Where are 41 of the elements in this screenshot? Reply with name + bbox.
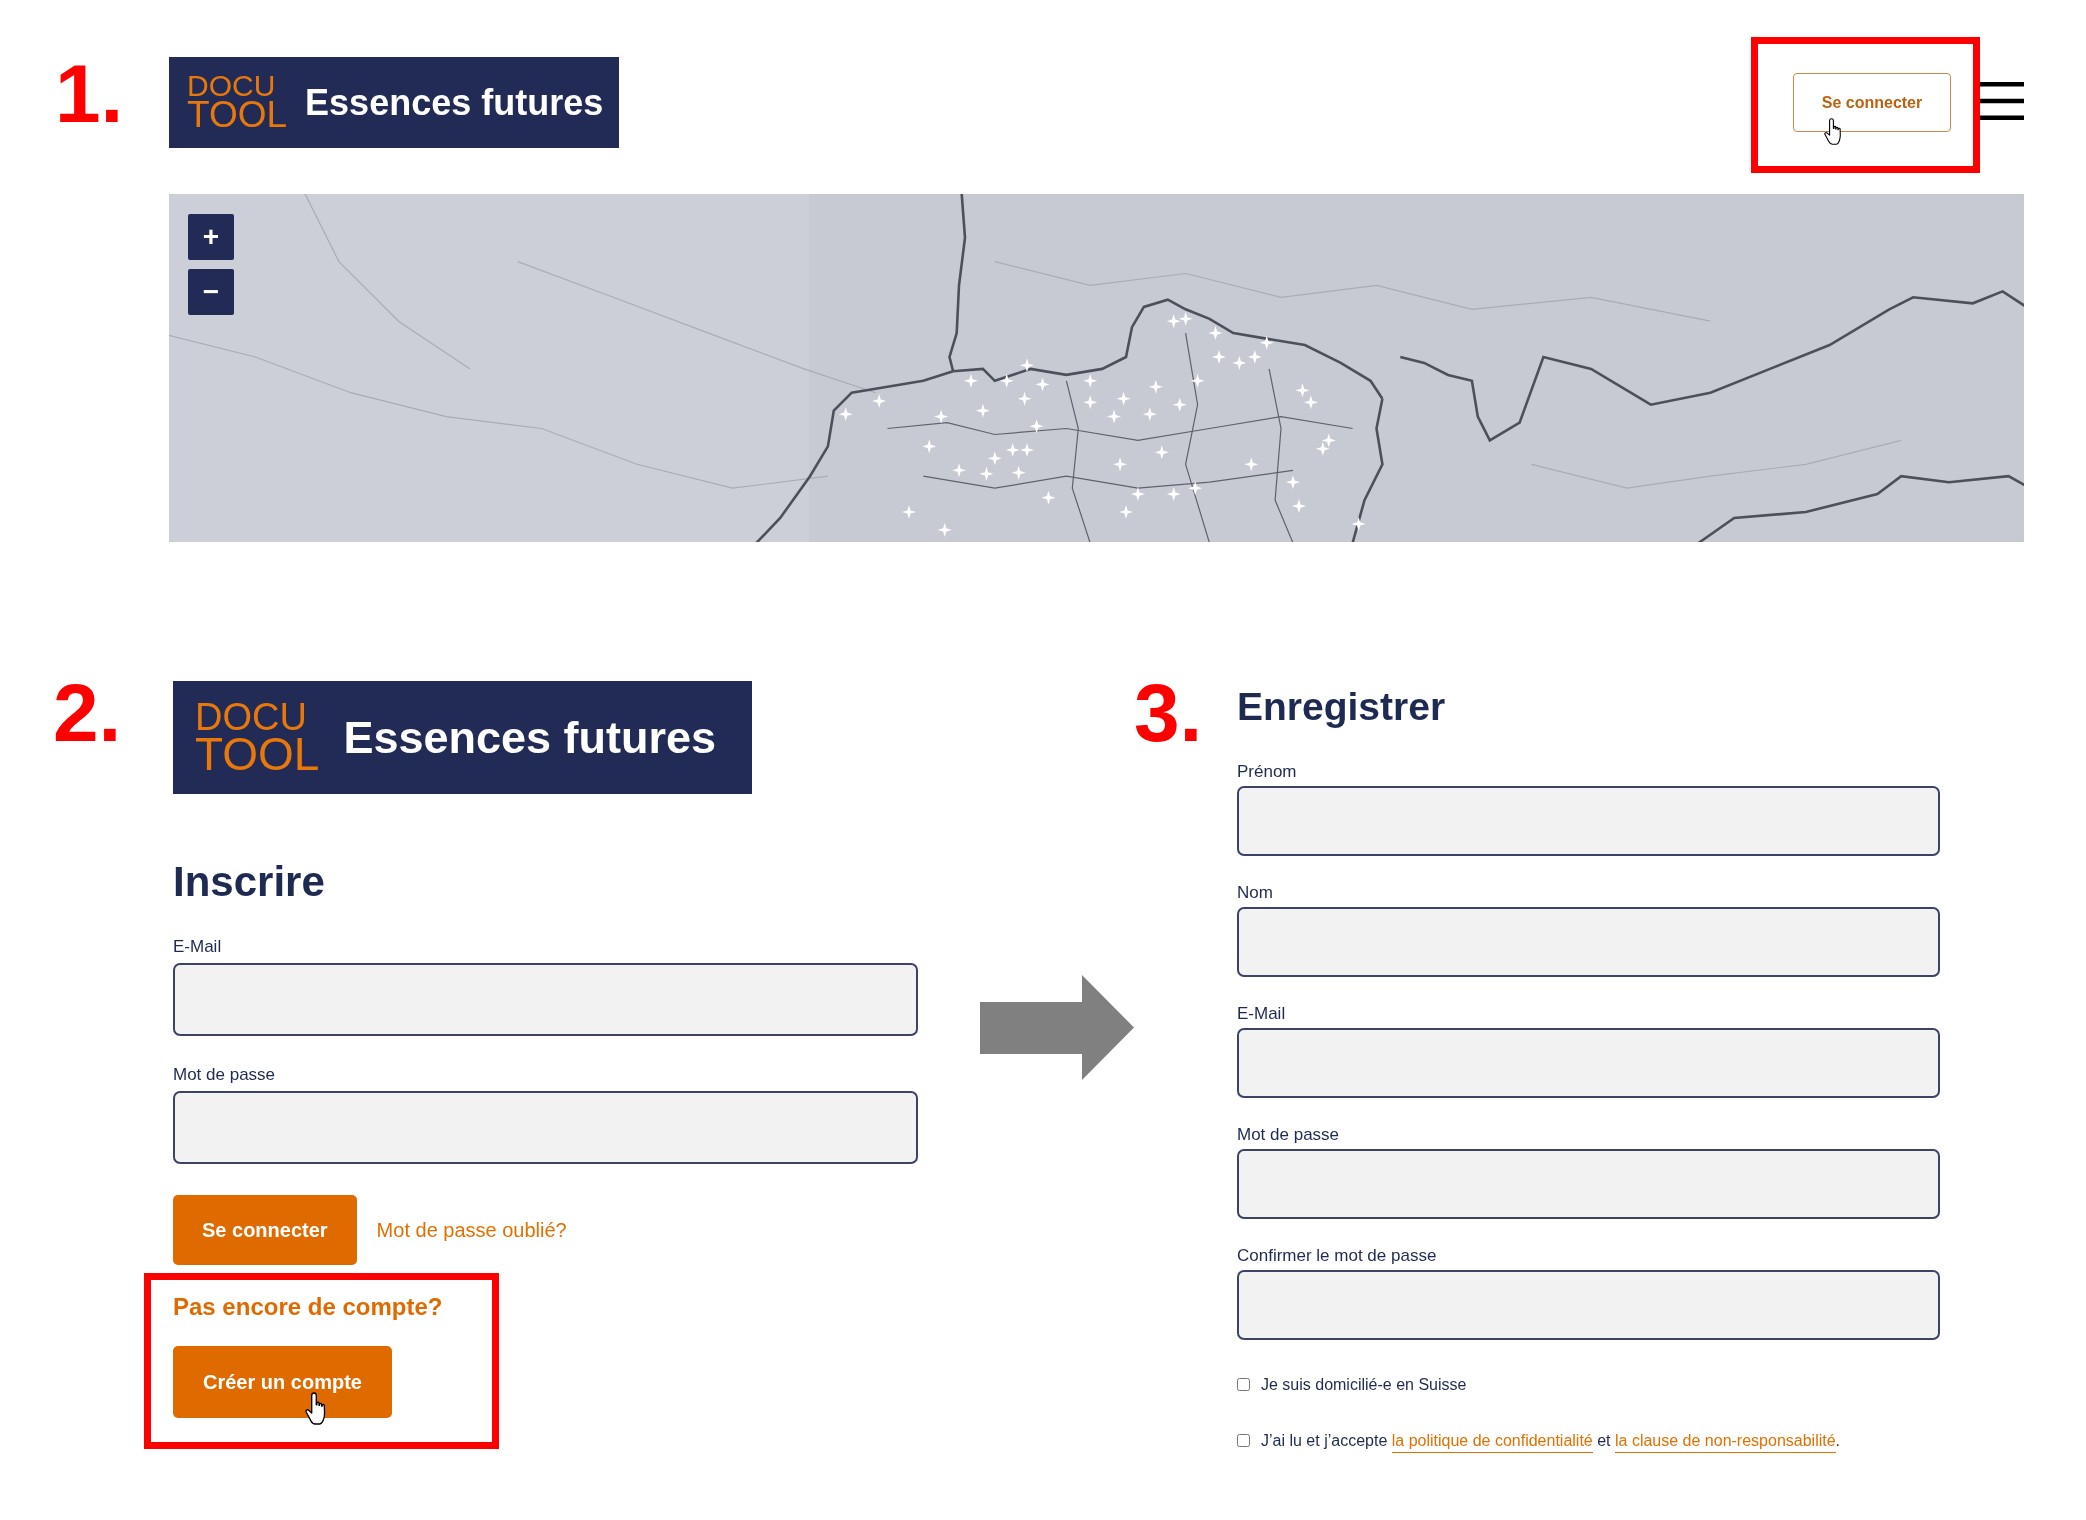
inline-link[interactable]: la clause de non-responsabilité	[1615, 1431, 1836, 1453]
zoom-in-button[interactable]: +	[188, 214, 234, 260]
forgot-password-link[interactable]: Mot de passe oublié?	[376, 1218, 567, 1242]
logo-word: TOOL	[195, 734, 320, 775]
logo-word: DOCU	[195, 700, 308, 734]
field-label: E-Mail	[1237, 1003, 1287, 1024]
input-field[interactable]	[1237, 1269, 1940, 1340]
field-label: Prénom	[1237, 761, 1298, 782]
input-field[interactable]	[1237, 1027, 1940, 1098]
login-button[interactable]: Se connecter	[1793, 73, 1951, 132]
field-label: Mot de passe	[173, 1065, 277, 1086]
step-number: 2.	[53, 672, 123, 754]
step-number: 3.	[1134, 672, 1204, 754]
field-label: Confirmer le mot de passe	[1237, 1245, 1438, 1266]
create-account-button[interactable]: Créer un compte	[173, 1346, 392, 1419]
checkbox[interactable]	[1237, 1434, 1250, 1448]
site-title: Essences futures	[343, 711, 717, 764]
checkbox-label: J’ai lu et j’accepte la politique de confidentialité et la clause de non-responsabilité.	[1261, 1431, 1841, 1450]
input-field[interactable]	[1237, 785, 1940, 856]
input-field[interactable]	[1237, 906, 1940, 977]
input-field[interactable]	[173, 963, 918, 1037]
field-label: Mot de passe	[1237, 1124, 1341, 1145]
field-label: Nom	[1237, 882, 1274, 903]
login-button[interactable]: Se connecter	[173, 1195, 357, 1266]
site-title: Essences futures	[305, 81, 604, 124]
inline-link[interactable]: la politique de confidentialité	[1391, 1431, 1593, 1453]
register-prompt: Pas encore de compte?	[173, 1293, 444, 1323]
checkbox-label: Je suis domicilié-e en Suisse	[1261, 1375, 1467, 1394]
logo-word: TOOL	[187, 99, 288, 132]
checkbox[interactable]	[1237, 1378, 1250, 1392]
input-field[interactable]	[1237, 1148, 1940, 1219]
step-number: 1.	[55, 53, 125, 135]
input-field[interactable]	[173, 1091, 918, 1165]
page-heading: Enregistrer	[1237, 684, 1447, 730]
arrow-icon	[980, 975, 1134, 1080]
zoom-out-button[interactable]: −	[188, 269, 234, 315]
field-label: E-Mail	[173, 937, 223, 958]
page-heading: Inscrire	[173, 857, 326, 907]
hand-cursor-icon	[1824, 118, 1844, 145]
menu-icon[interactable]	[1980, 82, 2024, 120]
logo-word: DOCU	[187, 73, 276, 100]
